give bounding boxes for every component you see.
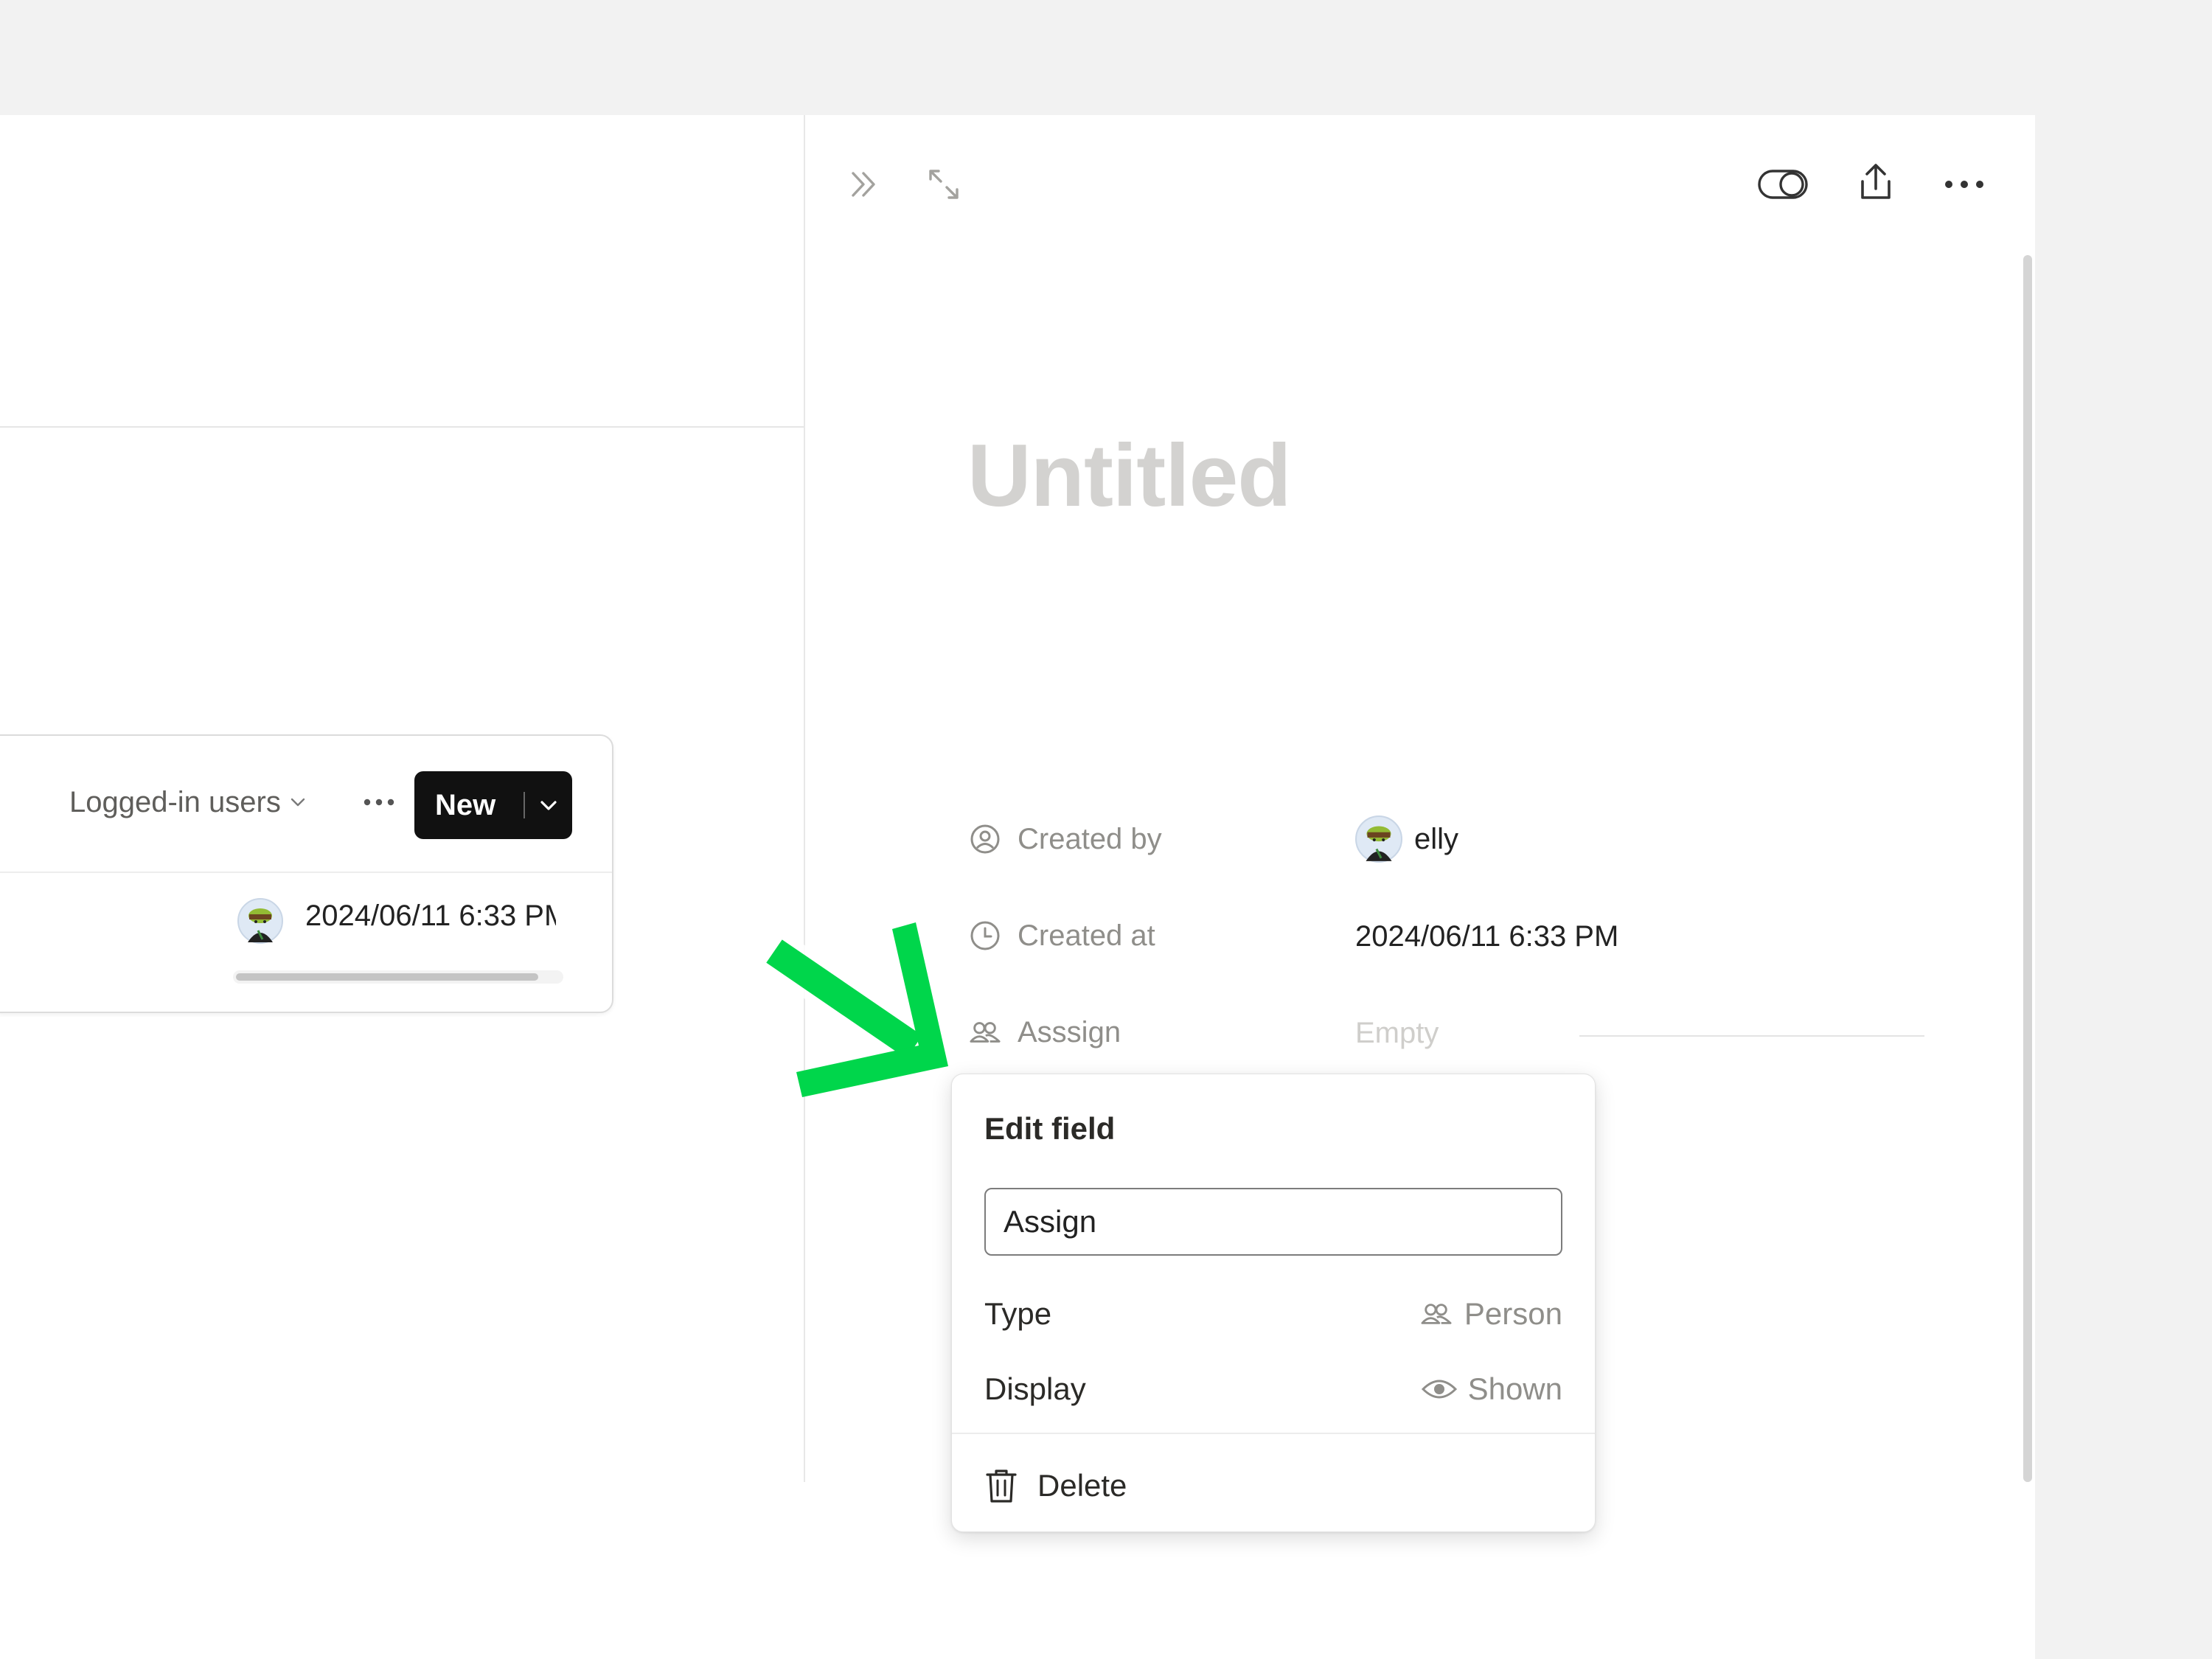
created-by-value[interactable]: elly [1355,815,1458,863]
delete-field-button[interactable]: Delete [984,1456,1127,1515]
type-row[interactable]: Type Person [984,1288,1562,1340]
visibility-filter-dropdown[interactable]: Logged-in users [69,780,307,824]
scrollbar-thumb[interactable] [236,973,538,981]
share-upload-icon [1855,161,1896,204]
row-created-at: 2024/06/11 6:33 PM [305,900,556,932]
database-view-pane: Logged-in users New 2024/06/11 6:33 PM [0,115,805,1482]
avatar [1355,815,1402,863]
expand-icon [926,167,961,202]
more-options-button[interactable] [357,780,401,824]
field-name-input[interactable] [984,1188,1562,1256]
close-peek-button[interactable] [842,162,886,206]
eye-icon [1421,1377,1458,1402]
display-row[interactable]: Display Shown [984,1363,1562,1415]
properties-divider [1579,1035,1924,1037]
page-more-button[interactable] [1941,162,1988,206]
double-chevron-right-icon [846,166,883,203]
people-icon [969,1016,1001,1048]
new-button-label: New [435,788,496,821]
new-dropdown-chevron-icon[interactable] [525,794,572,816]
delete-label: Delete [1037,1468,1127,1503]
display-value-text: Shown [1467,1371,1562,1406]
popup-divider [952,1433,1595,1434]
type-value-text: Person [1464,1296,1562,1331]
trash-icon [984,1467,1018,1504]
vertical-scrollbar[interactable] [2023,255,2032,1482]
row-divider [0,872,612,873]
header-divider [0,426,804,428]
people-icon [1419,1299,1454,1329]
created-by-name: elly [1414,822,1459,855]
property-created-at[interactable]: Created at [969,914,1155,958]
assign-value[interactable]: Empty [1355,1017,1439,1050]
open-full-page-button[interactable] [922,162,966,206]
type-label: Type [984,1296,1052,1331]
annotation-arrow-icon [745,922,966,1113]
avatar [237,898,283,944]
display-value[interactable]: Shown [1421,1371,1562,1407]
share-button[interactable] [1852,158,1899,206]
more-horizontal-icon [1944,179,1985,189]
more-horizontal-icon [361,798,397,807]
horizontal-scrollbar[interactable] [233,970,563,984]
property-label: Created at [1018,919,1155,952]
person-circle-icon [969,823,1001,855]
property-label: Created by [1018,822,1162,855]
clock-icon [969,919,1001,952]
edit-field-popup: Edit field Type Person Display Shown Del… [951,1074,1596,1532]
property-created-by[interactable]: Created by [969,817,1162,861]
chevron-down-icon [288,793,307,812]
type-value[interactable]: Person [1419,1296,1562,1332]
property-assign[interactable]: Asssign [969,1010,1121,1054]
toggle-button[interactable] [1756,162,1809,206]
page-title[interactable]: Untitled [967,425,1292,526]
new-button[interactable]: New [414,771,572,839]
property-label: Asssign [1018,1015,1121,1048]
filter-label: Logged-in users [69,785,281,818]
popup-title: Edit field [984,1111,1116,1146]
database-card: Logged-in users New 2024/06/11 6:33 PM [0,734,613,1013]
created-at-value[interactable]: 2024/06/11 6:33 PM [1355,920,1618,953]
display-label: Display [984,1371,1086,1406]
toggle-icon [1758,170,1808,199]
